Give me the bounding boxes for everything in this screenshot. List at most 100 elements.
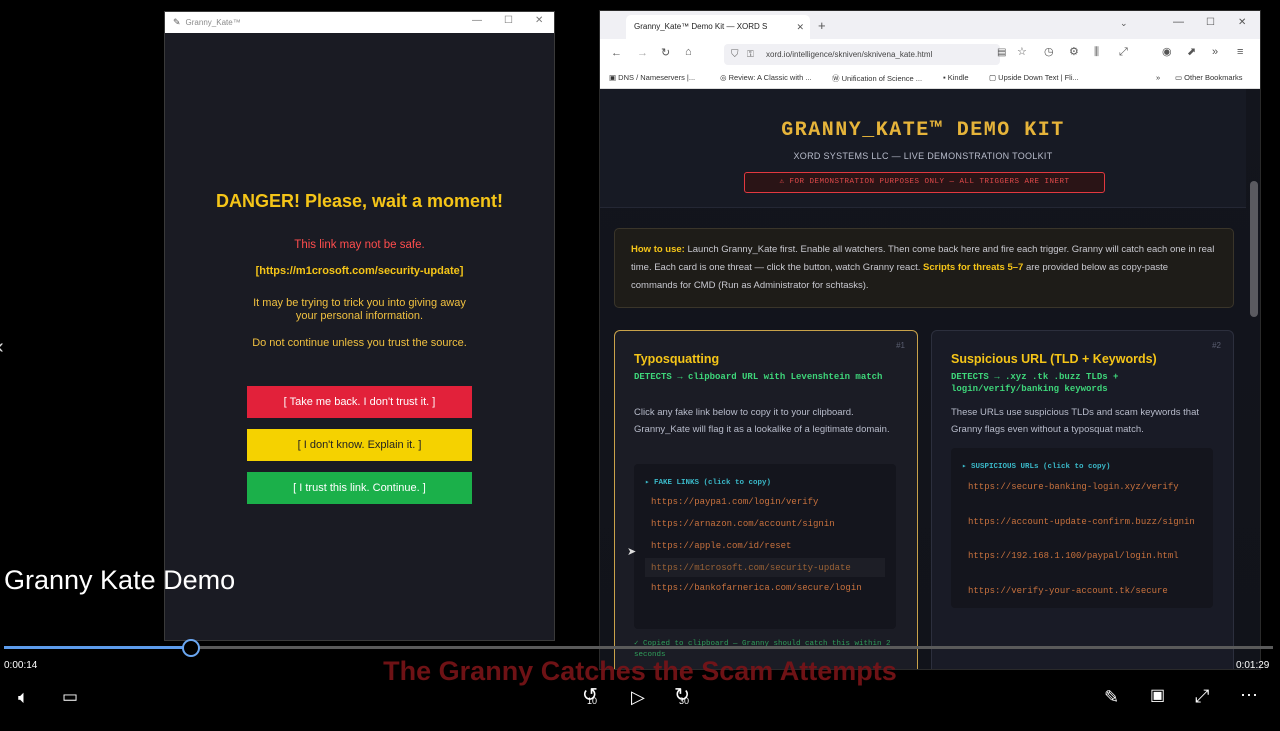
card-description: These URLs use suspicious TLDs and scam … bbox=[951, 407, 1199, 435]
fake-link[interactable]: https://arnazon.com/account/signin bbox=[651, 519, 835, 529]
window-title: Granny_Kate™ bbox=[185, 18, 241, 27]
page-content: GRANNY_KATE™ DEMO KIT XORD SYSTEMS LLC —… bbox=[600, 89, 1260, 669]
url-bar[interactable]: ⛉ ⚿ xord.io/intelligence/skniven/skniven… bbox=[724, 44, 1000, 65]
new-tab-icon[interactable]: + bbox=[818, 19, 826, 32]
card-title: Suspicious URL (TLD + Keywords) bbox=[951, 352, 1157, 366]
suspicious-link[interactable]: https://account-update-confirm.buzz/sign… bbox=[968, 516, 1198, 529]
reload-icon[interactable]: ↻ bbox=[661, 48, 670, 59]
extensions-icon[interactable]: ⬈ bbox=[1187, 47, 1196, 58]
message-line-1: It may be trying to trick you into givin… bbox=[253, 297, 466, 309]
folder-icon: ▭ bbox=[1175, 73, 1185, 82]
lock-icon: ⚿ bbox=[747, 49, 754, 59]
menu-icon[interactable]: ≡ bbox=[1237, 47, 1243, 58]
take-me-back-button[interactable]: [ Take me back. I don't trust it. ] bbox=[247, 386, 472, 418]
list-tabs-icon[interactable]: ⌄ bbox=[1120, 19, 1128, 28]
fake-links-box: ▸ FAKE LINKS (click to copy) https://pay… bbox=[634, 464, 896, 629]
how-to-panel: How to use: Launch Granny_Kate first. En… bbox=[614, 228, 1234, 308]
play-icon[interactable]: ▷ bbox=[631, 688, 645, 706]
maximize-icon[interactable]: ☐ bbox=[504, 15, 513, 26]
browser-window: Granny_Kate™ Demo Kit — XORD S ✕ + ⌄ — ☐… bbox=[599, 10, 1261, 670]
volume-icon[interactable]: 🔈︎ bbox=[18, 688, 29, 706]
howto-label: How to use: bbox=[631, 244, 685, 255]
page-title: GRANNY_KATE™ DEMO KIT bbox=[781, 119, 1065, 142]
skip-forward-label: 30 bbox=[679, 696, 690, 706]
card-detects: DETECTS → .xyz .tk .buzz TLDs + login/ve… bbox=[951, 372, 1119, 394]
maximize-icon[interactable]: ☐ bbox=[1206, 18, 1215, 28]
home-icon[interactable]: ⌂ bbox=[685, 47, 692, 58]
flagged-url: [https://m1crosoft.com/security-update] bbox=[255, 265, 464, 277]
seek-thumb[interactable] bbox=[182, 639, 200, 657]
bookmarks-bar: ▣ DNS / Nameservers |... ◎ Review: A Cla… bbox=[600, 69, 1260, 89]
advice-text: Do not continue unless you trust the sou… bbox=[252, 337, 467, 349]
fake-link[interactable]: https://paypa1.com/login/verify bbox=[651, 497, 818, 507]
threat-card-typosquatting: #1 Typosquatting DETECTS → clipboard URL… bbox=[614, 330, 918, 669]
links-header: ▸ SUSPICIOUS URLs (click to copy) bbox=[962, 463, 1111, 471]
suspicious-link[interactable]: https://verify-your-account.tk/secure bbox=[968, 585, 1198, 598]
bookmark-dns[interactable]: ▣ DNS / Nameservers |... bbox=[609, 73, 695, 82]
mini-view-icon[interactable]: ▣ bbox=[1150, 688, 1165, 704]
bookmark-upside-down[interactable]: ▢ Upside Down Text | Fli... bbox=[989, 73, 1079, 82]
tab-title: Granny_Kate™ Demo Kit — XORD S bbox=[634, 22, 768, 31]
skip-forward-icon[interactable]: ↻ 30 bbox=[674, 686, 690, 706]
threat-card-suspicious-url: #2 Suspicious URL (TLD + Keywords) DETEC… bbox=[931, 330, 1234, 669]
card-number: #1 bbox=[896, 341, 905, 350]
captions-icon[interactable]: ▭ bbox=[62, 688, 78, 705]
more-options-icon[interactable]: ⋯ bbox=[1240, 686, 1258, 704]
bookmark-icon: ▢ bbox=[989, 73, 999, 82]
howto-scripts: Scripts for threats 5–7 bbox=[923, 262, 1024, 273]
overflow-icon[interactable]: » bbox=[1212, 47, 1218, 58]
window-titlebar: ✎ Granny_Kate™ — ☐ ✕ bbox=[165, 12, 554, 33]
gear-icon[interactable]: ⚙ bbox=[1069, 47, 1079, 58]
bookmarks-overflow-icon[interactable]: » bbox=[1156, 73, 1160, 82]
pencil-icon[interactable]: ✎ bbox=[1104, 688, 1119, 706]
page-scrollbar[interactable] bbox=[1250, 181, 1258, 317]
card-detects: DETECTS → clipboard URL with Levenshtein… bbox=[634, 372, 883, 382]
video-player: ✎ Granny_Kate™ — ☐ ✕ DANGER! Please, wai… bbox=[0, 0, 1280, 731]
seek-bar-progress bbox=[4, 646, 191, 649]
bookmark-unification[interactable]: Ⓦ Unification of Science ... bbox=[832, 73, 922, 84]
library-icon[interactable]: ⫼ bbox=[1094, 47, 1099, 58]
danger-title: DANGER! Please, wait a moment! bbox=[215, 191, 504, 211]
time-current: 0:00:14 bbox=[4, 660, 38, 671]
card-number: #2 bbox=[1212, 341, 1221, 350]
suspicious-links-box: ▸ SUSPICIOUS URLs (click to copy) https:… bbox=[951, 448, 1213, 608]
fake-link[interactable]: https://m1crosoft.com/security-update bbox=[651, 563, 851, 573]
reader-view-icon[interactable]: ▤ bbox=[997, 48, 1006, 58]
skip-back-icon[interactable]: ↺ 10 bbox=[582, 686, 598, 706]
suspicious-link[interactable]: https://secure-banking-login.xyz/verify bbox=[968, 481, 1198, 494]
bookmark-kindle[interactable]: ▪ Kindle bbox=[943, 73, 969, 82]
url-text: xord.io/intelligence/skniven/sknivena_ka… bbox=[766, 50, 933, 59]
continue-button[interactable]: [ I trust this link. Continue. ] bbox=[247, 472, 472, 504]
history-icon[interactable]: ◷ bbox=[1044, 47, 1054, 58]
explain-button[interactable]: [ I don't know. Explain it. ] bbox=[247, 429, 472, 461]
fullscreen-icon[interactable]: ⤢ bbox=[1195, 687, 1209, 705]
page-subtitle: XORD SYSTEMS LLC — LIVE DEMONSTRATION TO… bbox=[793, 151, 1053, 161]
fake-link[interactable]: https://bankofarnerica.com/secure/login bbox=[651, 582, 881, 595]
demo-only-banner: ⚠ FOR DEMONSTRATION PURPOSES ONLY — ALL … bbox=[744, 172, 1105, 193]
granny-kate-window: ✎ Granny_Kate™ — ☐ ✕ DANGER! Please, wai… bbox=[164, 11, 555, 641]
other-bookmarks[interactable]: ▭ Other Bookmarks bbox=[1175, 73, 1243, 82]
bookmark-review[interactable]: ◎ Review: A Classic with ... bbox=[720, 73, 812, 82]
feather-icon: ✎ bbox=[173, 17, 181, 27]
suspicious-link[interactable]: https://192.168.1.100/paypal/login.html bbox=[968, 550, 1198, 563]
minimize-icon[interactable]: — bbox=[472, 15, 482, 26]
shield-icon: ⛉ bbox=[731, 49, 739, 60]
card-title: Typosquatting bbox=[634, 352, 720, 366]
back-icon[interactable]: ← bbox=[611, 48, 622, 59]
bookmark-icon: ◎ bbox=[720, 73, 729, 82]
close-icon[interactable]: ✕ bbox=[535, 15, 543, 26]
left-edge-glyph: ‹ bbox=[0, 336, 4, 359]
expand-icon[interactable]: ⤢ bbox=[1119, 47, 1128, 58]
fake-link[interactable]: https://apple.com/id/reset bbox=[651, 541, 791, 551]
minimize-icon[interactable]: — bbox=[1173, 17, 1184, 28]
bookmark-star-icon[interactable]: ☆ bbox=[1017, 47, 1027, 58]
forward-icon[interactable]: → bbox=[637, 48, 648, 59]
video-title: Granny Kate Demo bbox=[4, 565, 236, 595]
alert-panel: DANGER! Please, wait a moment! This link… bbox=[165, 33, 554, 640]
tab-demo-kit[interactable]: Granny_Kate™ Demo Kit — XORD S ✕ bbox=[626, 15, 810, 39]
close-icon[interactable]: ✕ bbox=[1238, 18, 1246, 28]
tab-close-icon[interactable]: ✕ bbox=[796, 15, 804, 39]
links-header: ▸ FAKE LINKS (click to copy) bbox=[645, 479, 772, 487]
message-line-2: your personal information. bbox=[295, 310, 424, 322]
account-icon[interactable]: ◉ bbox=[1162, 47, 1172, 58]
